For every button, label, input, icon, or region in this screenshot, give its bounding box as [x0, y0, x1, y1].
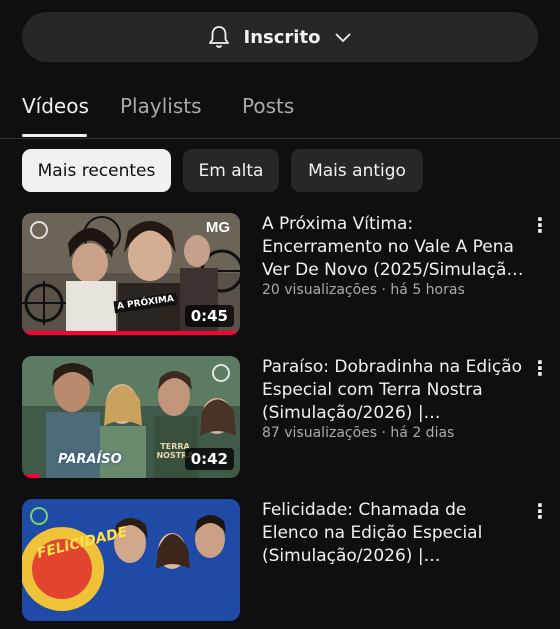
video-age: há 5 horas: [390, 282, 465, 298]
subscribed-label: Inscrito: [243, 26, 321, 48]
video-views: 87 visualizações: [262, 425, 378, 441]
channel-watermark-icon: [212, 364, 230, 382]
channel-tabs: Vídeos Playlists Posts: [0, 80, 560, 139]
tab-playlists[interactable]: Playlists: [120, 94, 202, 118]
video-title[interactable]: Felicidade: Chamada de Elenco na Edição …: [262, 499, 524, 568]
video-duration: 0:45: [184, 305, 234, 327]
video-thumbnail[interactable]: PARAÍSO TERRA NOSTRA 0:42: [22, 356, 240, 478]
chip-popular[interactable]: Em alta: [183, 149, 279, 192]
video-meta: 20 visualizações · há 5 horas: [262, 282, 524, 298]
chevron-down-icon: [332, 26, 354, 48]
video-item[interactable]: MG A PRÓXIMA 0:45 A Próxima Vítima: Ence…: [0, 213, 560, 343]
more-options-icon[interactable]: ⋮: [530, 501, 550, 523]
tab-posts[interactable]: Posts: [242, 94, 294, 118]
video-thumbnail[interactable]: FELICIDADE: [22, 499, 240, 621]
video-age: há 2 dias: [390, 425, 455, 441]
tab-videos[interactable]: Vídeos: [22, 94, 89, 118]
meta-separator: ·: [377, 425, 391, 441]
video-item[interactable]: FELICIDADE Felicidade: Chamada de Elenco…: [0, 499, 560, 629]
watch-progress-bar: [22, 474, 40, 478]
channel-watermark-icon: [30, 507, 48, 525]
watch-progress-bar: [22, 331, 240, 335]
active-tab-indicator: [22, 134, 87, 137]
meta-separator: ·: [377, 282, 391, 298]
thumbnail-logo-text: MG: [205, 219, 230, 236]
channel-watermark-icon: [30, 221, 48, 239]
video-thumbnail[interactable]: MG A PRÓXIMA 0:45: [22, 213, 240, 335]
video-meta: 87 visualizações · há 2 dias: [262, 425, 524, 441]
more-options-icon[interactable]: ⋮: [530, 215, 550, 237]
video-duration: 0:42: [184, 448, 234, 470]
video-title[interactable]: Paraíso: Dobradinha na Edição Especial c…: [262, 356, 524, 425]
bell-icon: [206, 24, 232, 50]
chip-oldest[interactable]: Mais antigo: [291, 149, 423, 192]
video-item[interactable]: PARAÍSO TERRA NOSTRA 0:42 Paraíso: Dobra…: [0, 356, 560, 486]
more-options-icon[interactable]: ⋮: [530, 358, 550, 380]
subscribed-button[interactable]: Inscrito: [22, 12, 538, 62]
thumbnail-overlay-text: PARAÍSO: [58, 452, 122, 467]
video-views: 20 visualizações: [262, 282, 378, 298]
chip-latest[interactable]: Mais recentes: [22, 149, 171, 192]
video-title[interactable]: A Próxima Vítima: Encerramento no Vale A…: [262, 213, 524, 282]
